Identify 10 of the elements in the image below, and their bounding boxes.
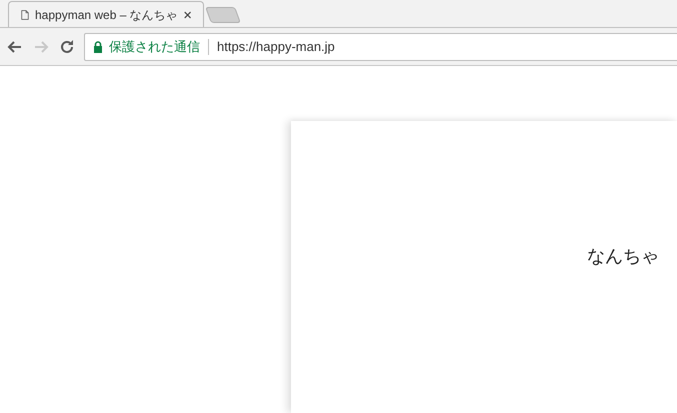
lock-icon — [93, 40, 103, 52]
browser-tab[interactable]: happyman web – なんちゃ — [8, 1, 204, 27]
page-text: なんちゃ — [587, 245, 660, 268]
url-text: https://happy-man.jp — [217, 38, 335, 56]
close-icon[interactable] — [184, 10, 191, 20]
security-label: 保護された通信 — [109, 38, 200, 56]
reload-icon[interactable] — [58, 38, 76, 56]
tab-title: happyman web – なんちゃ — [35, 6, 178, 24]
page-icon — [21, 8, 29, 22]
address-bar[interactable]: 保護された通信 https://happy-man.jp — [84, 32, 677, 60]
